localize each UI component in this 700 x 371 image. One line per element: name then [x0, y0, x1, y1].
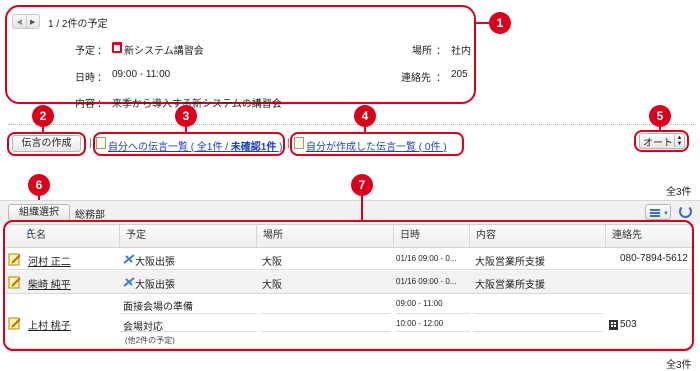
stepper-arrows-icon: ▲ ▼	[674, 135, 684, 147]
callout-line-1	[476, 22, 489, 24]
total-count-bottom: 全3件	[666, 360, 692, 371]
prev-icon[interactable]: ◀	[13, 15, 26, 28]
department-name: 総務部	[75, 210, 105, 221]
list-view-icon[interactable]: ▼	[645, 204, 671, 220]
org-select-button[interactable]: 組織選択	[8, 204, 70, 221]
pager-text: 1 / 2件の予定	[48, 19, 108, 30]
callout-badge-5: 5	[649, 105, 671, 127]
yotei-value: 新システム講習会	[124, 46, 204, 57]
created-memo-icon	[294, 137, 304, 149]
next-icon[interactable]: ▶	[25, 15, 40, 28]
dotted-divider	[8, 124, 696, 125]
separator: |	[89, 138, 92, 149]
total-count-top: 全3件	[666, 187, 692, 198]
colon: ：	[436, 46, 446, 57]
colon: ：	[97, 99, 107, 110]
pager-buttons[interactable]: ◀ ▶	[12, 14, 40, 29]
calendar-red-icon	[112, 42, 122, 53]
callout-badge-3: 3	[175, 105, 197, 127]
callout-badge-6: 6	[28, 174, 50, 196]
callout-badge-7: 7	[351, 174, 373, 196]
naiyou-value: 来季から導入する新システムの講習会	[112, 99, 282, 110]
basho-label: 場所	[412, 46, 432, 57]
callout-box-7	[3, 220, 694, 351]
create-memo-button[interactable]: 伝言の作成	[12, 135, 81, 152]
naiyou-label: 内容	[75, 99, 95, 110]
renrakusaki-value: 205	[451, 69, 468, 80]
memo-list-icon	[96, 137, 106, 149]
nichiji-value: 09:00 - 11:00	[112, 69, 171, 80]
callout-badge-2: 2	[32, 105, 54, 127]
basho-value: 社内	[451, 46, 471, 57]
colon: ：	[436, 73, 446, 84]
renrakusaki-label: 連絡先	[401, 73, 431, 84]
my-messages-link[interactable]: 自分への伝言一覧 ( 全1件 / 未確認1件 )	[108, 138, 282, 153]
colon: ：	[97, 46, 107, 57]
colon: ：	[97, 73, 107, 84]
callout-badge-4: 4	[354, 105, 376, 127]
refresh-icon[interactable]	[679, 205, 692, 218]
created-messages-link[interactable]: 自分が作成した伝言一覧 ( 0件 )	[306, 138, 447, 153]
callout-badge-1: 1	[489, 12, 511, 34]
yotei-label: 予定	[75, 46, 95, 57]
display-mode-select[interactable]: オート ▲ ▼	[639, 133, 685, 149]
callout-line-7	[361, 196, 363, 220]
nichiji-label: 日時	[75, 73, 95, 84]
